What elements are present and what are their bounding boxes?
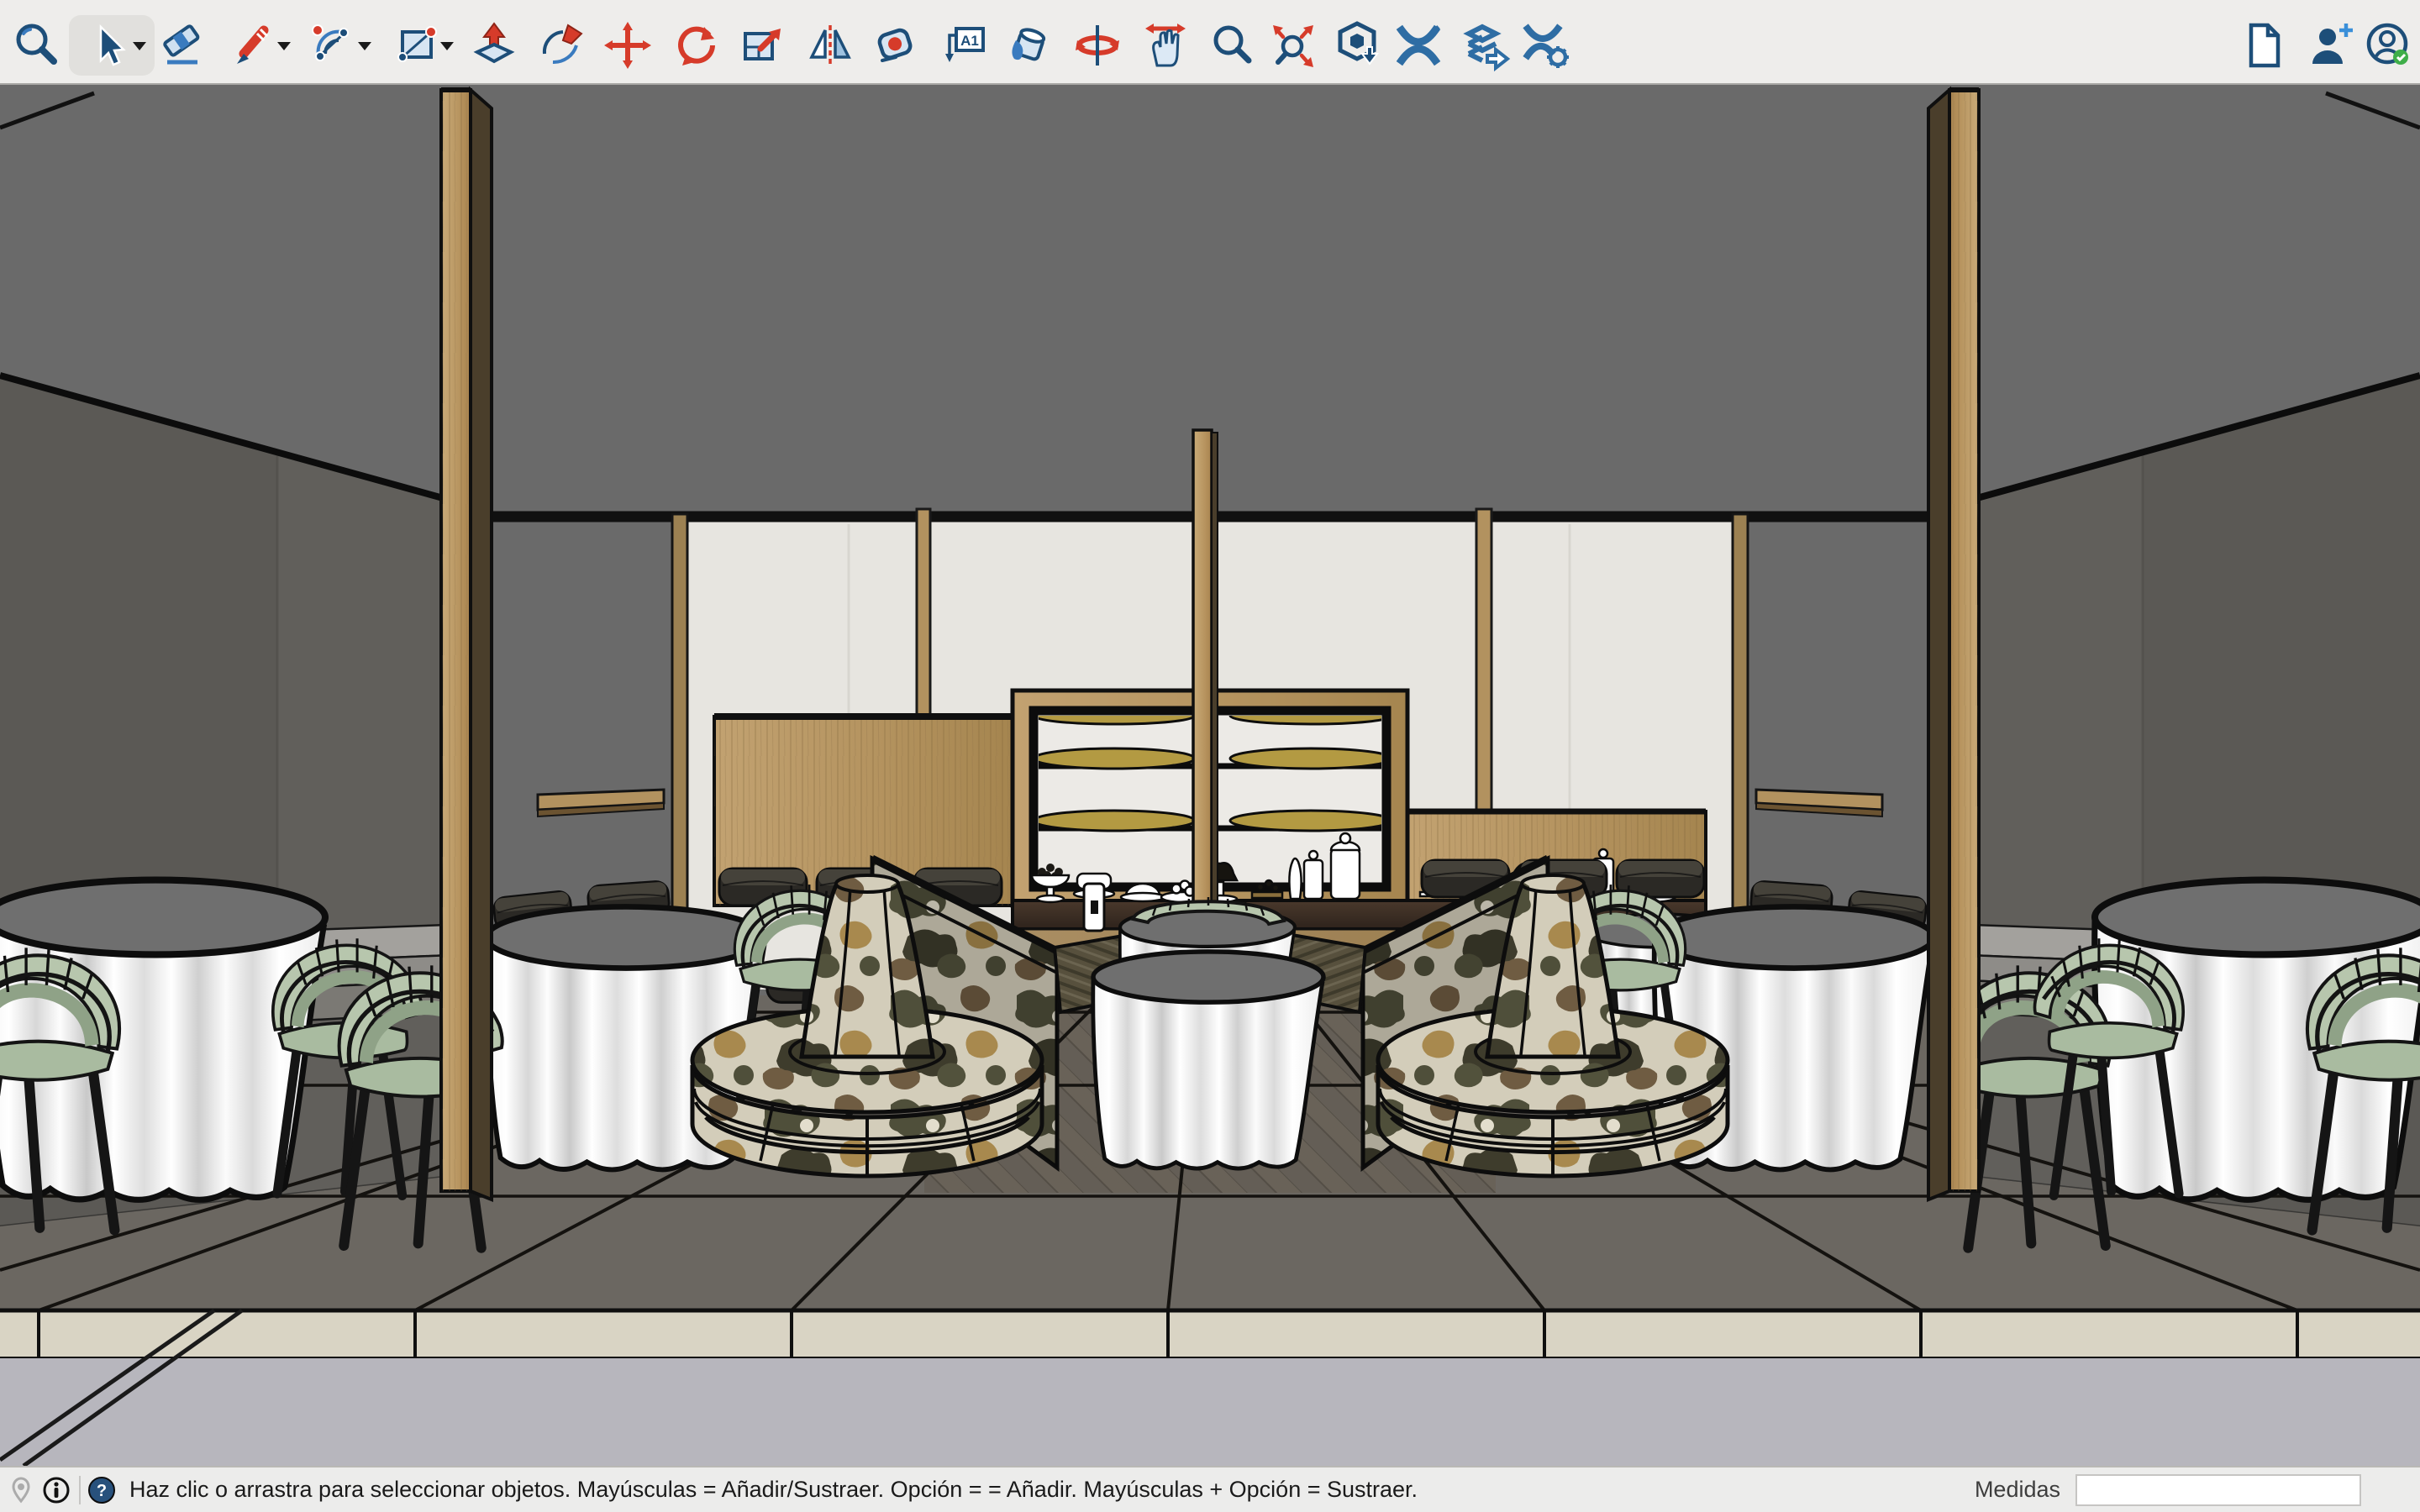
- measurements-input[interactable]: [2075, 1474, 2361, 1506]
- svg-text:A1: A1: [960, 33, 979, 49]
- orbit-icon: [1071, 18, 1124, 72]
- new-document-button[interactable]: [2236, 18, 2290, 72]
- rectangle-dropdown-caret[interactable]: [440, 42, 454, 50]
- select-arrow-icon: [81, 18, 134, 72]
- freehand-tool-button[interactable]: [225, 18, 279, 72]
- zoom-extents-icon: [1266, 18, 1320, 72]
- move-tool-button[interactable]: [601, 18, 655, 72]
- pan-icon: [1139, 18, 1192, 72]
- account-icon: [2362, 18, 2416, 72]
- eraser-icon: [155, 18, 209, 72]
- arcs-icon: [305, 18, 359, 72]
- trimble-x-button[interactable]: [1392, 18, 1445, 72]
- arcs-dropdown-caret[interactable]: [358, 42, 371, 50]
- follow-me-tool-button[interactable]: [534, 18, 588, 72]
- account-button[interactable]: [2362, 18, 2416, 72]
- pan-tool-button[interactable]: [1139, 18, 1192, 72]
- sanitizer-dispenser: [1084, 884, 1104, 931]
- zoom-extents-button[interactable]: [1266, 18, 1320, 72]
- zoom-icon: [1205, 18, 1259, 72]
- scale-tool-button[interactable]: [735, 18, 789, 72]
- layers-export-icon: [1459, 18, 1512, 72]
- brass-plate: [1230, 748, 1392, 769]
- push-pull-icon: [467, 18, 521, 72]
- select-dropdown-caret[interactable]: [133, 42, 146, 50]
- info-icon[interactable]: [42, 1476, 71, 1504]
- warehouse-download-button[interactable]: [1330, 18, 1384, 72]
- search-icon: [10, 18, 64, 72]
- status-divider: [79, 1476, 81, 1504]
- rectangle-icon: [391, 18, 445, 72]
- freehand-dropdown-caret[interactable]: [277, 42, 291, 50]
- right-pillar: [1928, 90, 1979, 1200]
- dining-table: [1093, 952, 1323, 1168]
- tape-measure-tool-button[interactable]: [871, 18, 924, 72]
- help-icon[interactable]: ?: [87, 1476, 116, 1504]
- push-pull-tool-button[interactable]: [467, 18, 521, 72]
- add-person-icon: [2304, 18, 2358, 72]
- measurements-label: Medidas: [1975, 1477, 2060, 1503]
- warehouse-download-icon: [1330, 18, 1384, 72]
- zoom-tool-button[interactable]: [1205, 18, 1259, 72]
- add-person-button[interactable]: [2304, 18, 2358, 72]
- rotate-icon: [671, 18, 724, 72]
- styles-settings-icon: [1519, 18, 1573, 72]
- paint-bucket-tool-button[interactable]: [1002, 18, 1056, 72]
- geolocation-pin-icon[interactable]: [7, 1476, 35, 1504]
- svg-text:?: ?: [97, 1482, 107, 1500]
- toolbar: A1: [0, 0, 2420, 85]
- flip-tool-button[interactable]: [803, 18, 857, 72]
- brass-plate: [1034, 748, 1195, 769]
- viewport-canvas[interactable]: [0, 85, 2420, 1466]
- text-icon: A1: [938, 18, 992, 72]
- status-hint: Haz clic o arrastra para seleccionar obj…: [129, 1477, 1418, 1503]
- move-icon: [601, 18, 655, 72]
- wall-mullion: [917, 509, 930, 717]
- follow-me-icon: [534, 18, 588, 72]
- search-tool-button[interactable]: [10, 18, 64, 72]
- arcs-tool-button[interactable]: [305, 18, 359, 72]
- eraser-tool-button[interactable]: [155, 18, 209, 72]
- brass-plate: [1034, 811, 1195, 831]
- layers-export-button[interactable]: [1459, 18, 1512, 72]
- pencil-icon: [225, 18, 279, 72]
- rectangle-tool-button[interactable]: [391, 18, 445, 72]
- select-tool-button[interactable]: [81, 18, 134, 72]
- orbit-tool-button[interactable]: [1071, 18, 1124, 72]
- status-bar: ? Haz clic o arrastra para seleccionar o…: [0, 1466, 2420, 1512]
- flip-icon: [803, 18, 857, 72]
- paint-bucket-icon: [1002, 18, 1056, 72]
- tape-measure-icon: [871, 18, 924, 72]
- rotate-tool-button[interactable]: [671, 18, 724, 72]
- platform-kerb: [0, 1310, 2420, 1358]
- trimble-x-icon: [1392, 18, 1445, 72]
- front-apron: [0, 1358, 2420, 1466]
- new-document-icon: [2236, 18, 2290, 72]
- brass-plate: [1230, 811, 1392, 831]
- left-pillar: [441, 90, 492, 1200]
- wall-mullion: [1476, 509, 1491, 813]
- scale-icon: [735, 18, 789, 72]
- text-tool-button[interactable]: A1: [938, 18, 992, 72]
- styles-settings-button[interactable]: [1519, 18, 1573, 72]
